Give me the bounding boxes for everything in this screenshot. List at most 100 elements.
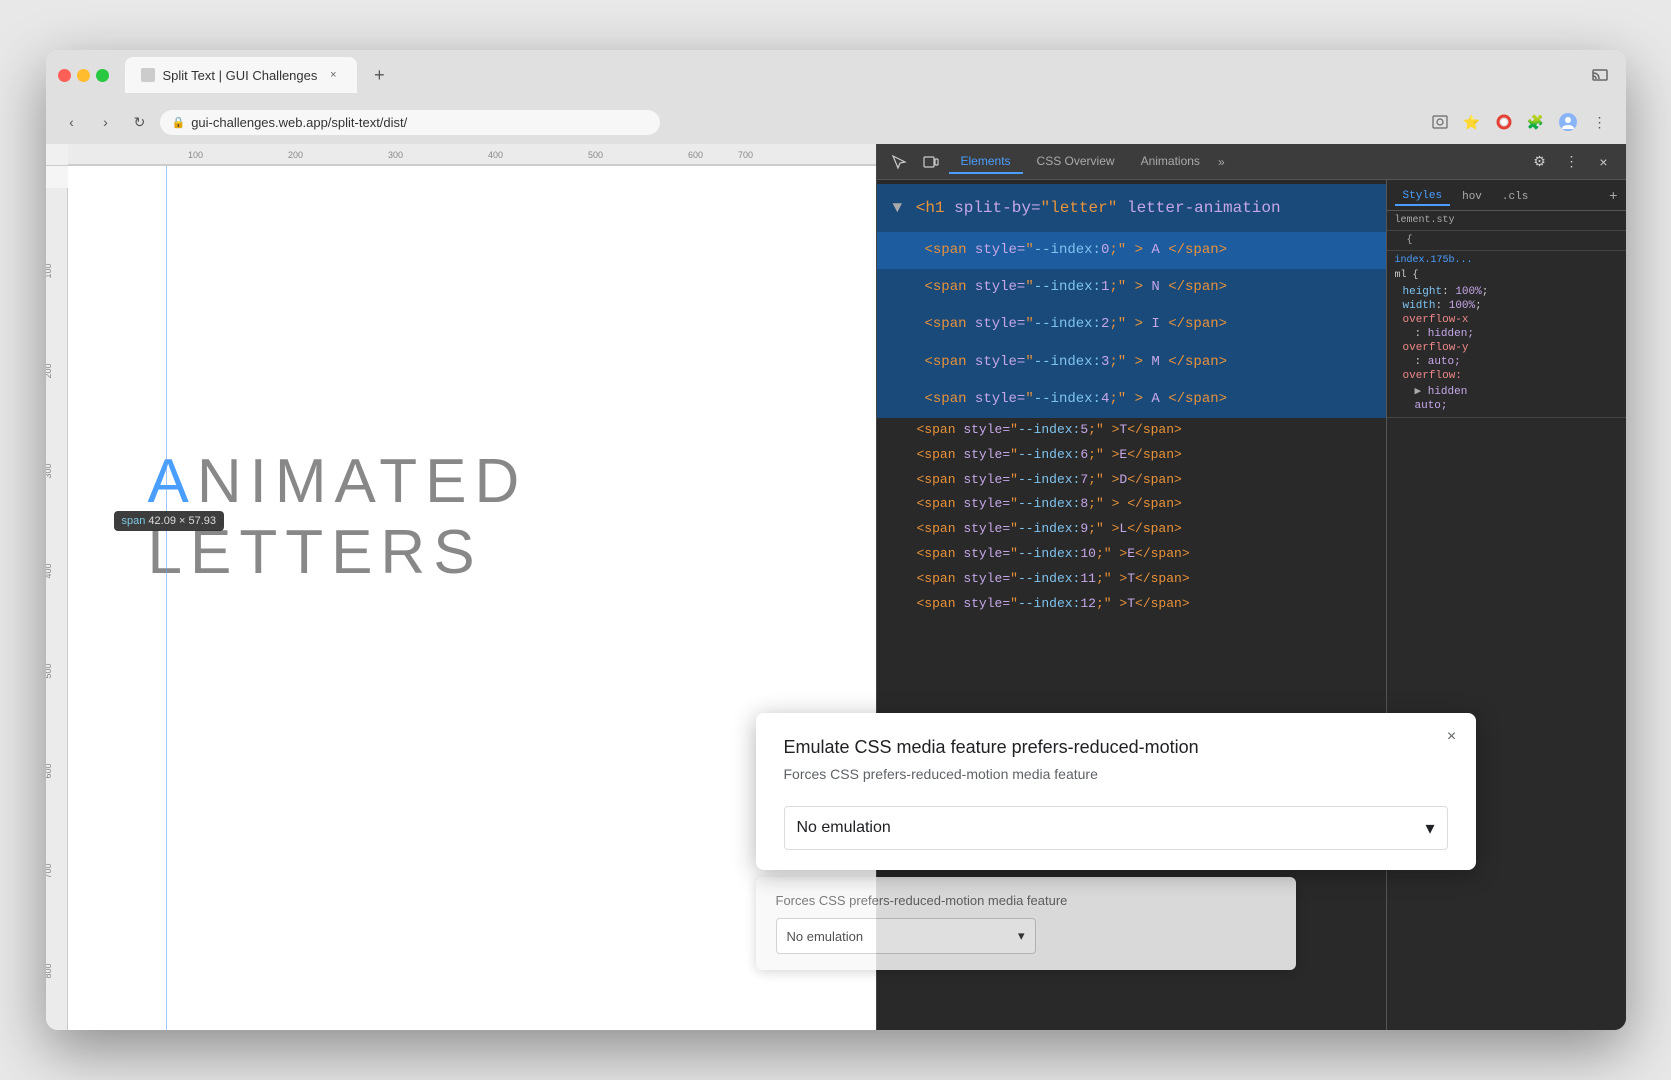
- ruler-mark-200: 200: [288, 150, 303, 160]
- span-index-9-row[interactable]: <span style="--index:9;" >L</span>: [877, 517, 1386, 542]
- ruler-left-100: 100: [46, 263, 53, 278]
- styles-rules: height: 100%; width: 100%; overflow-x: [1395, 285, 1618, 413]
- tab-animations[interactable]: Animations: [1129, 150, 1212, 174]
- letter-a-highlighted: A: [148, 446, 197, 517]
- style-rule-overflow-x: overflow-x: [1403, 313, 1618, 327]
- devtools-more-button[interactable]: ⋮: [1558, 148, 1586, 176]
- styles-tab-hover[interactable]: hov: [1454, 189, 1490, 205]
- ruler-left-200: 200: [46, 363, 53, 378]
- span-index-12-row[interactable]: <span style="--index:12;" >T</span>: [877, 592, 1386, 617]
- address-bar: ‹ › ↻ 🔒 gui-challenges.web.app/split-tex…: [46, 100, 1626, 144]
- style-rule-overflow-val1: ▶ hidden: [1403, 383, 1618, 399]
- traffic-lights: [58, 69, 109, 82]
- devtools-more-tabs[interactable]: »: [1214, 155, 1229, 169]
- traffic-light-yellow[interactable]: [77, 69, 90, 82]
- new-tab-button[interactable]: +: [365, 61, 393, 89]
- span-index-11-row[interactable]: <span style="--index:11;" >T</span>: [877, 567, 1386, 592]
- span-0-open: <span: [925, 242, 975, 258]
- menu-icon[interactable]: ⋮: [1586, 108, 1614, 136]
- span-index-0-row[interactable]: <span style="--index:0;" > A </span>: [877, 232, 1386, 269]
- emulate-select-arrow: ▾: [1425, 818, 1434, 839]
- traffic-light-green[interactable]: [96, 69, 109, 82]
- span-index-2-row[interactable]: <span style="--index:2;" > I </span>: [877, 306, 1386, 343]
- h1-tag-open: <h1: [916, 199, 954, 217]
- emulate-select-value: No emulation: [797, 819, 891, 837]
- span-3-content: M: [1151, 354, 1159, 370]
- h1-attr1-name: split-by=: [954, 199, 1040, 217]
- ruler-mark-400: 400: [488, 150, 503, 160]
- styles-filter-row: lement.sty: [1387, 211, 1626, 231]
- span-1-open: <span: [925, 279, 975, 295]
- span-index-1-row[interactable]: <span style="--index:1;" > N </span>: [877, 269, 1386, 306]
- tab-title: Split Text | GUI Challenges: [163, 68, 318, 83]
- inspect-element-button[interactable]: [885, 148, 913, 176]
- content-area: 100 200 300 400 500 600 700 100 200 300 …: [46, 144, 1626, 1030]
- lock-icon: 🔒: [172, 116, 186, 129]
- style-rule-overflow-val2: auto;: [1403, 399, 1618, 413]
- ruler-mark-700: 700: [738, 150, 753, 160]
- devtools-panel: Elements CSS Overview Animations » ⚙ ⋮ ×: [876, 144, 1626, 1030]
- ruler-mark-300: 300: [388, 150, 403, 160]
- popup-bg-select[interactable]: No emulation ▾: [776, 918, 1036, 954]
- chrome-icon[interactable]: [1490, 108, 1518, 136]
- span-index-4-row[interactable]: <span style="--index:4;" > A </span>: [877, 381, 1386, 418]
- devtools-close-button[interactable]: ×: [1590, 148, 1618, 176]
- tab-close-button[interactable]: ×: [325, 67, 341, 83]
- browser-icons: ⭐ 🧩 ⋮: [1426, 108, 1614, 136]
- ruler-left-400: 400: [46, 563, 53, 578]
- extension-icon[interactable]: 🧩: [1522, 108, 1550, 136]
- cast-icon[interactable]: [1586, 61, 1614, 89]
- span-0-gt: >: [1135, 242, 1143, 258]
- styles-panel: Styles hov .cls + lement.sty { index.175…: [1386, 180, 1626, 1030]
- emulate-popup-select-row: No emulation ▾: [784, 806, 1448, 850]
- h1-attr2-name: letter-animation: [1127, 199, 1281, 217]
- span-index-6-row[interactable]: <span style="--index:6;" >E</span>: [877, 443, 1386, 468]
- span-0-css-prop: --index:: [1034, 242, 1101, 258]
- screenshot-icon[interactable]: [1426, 108, 1454, 136]
- styles-tab-styles[interactable]: Styles: [1395, 188, 1451, 206]
- devtools-settings-button[interactable]: ⚙: [1526, 148, 1554, 176]
- back-button[interactable]: ‹: [58, 108, 86, 136]
- title-bar: Split Text | GUI Challenges × +: [46, 50, 1626, 100]
- devtools-tabs: Elements CSS Overview Animations »: [949, 150, 1522, 174]
- styles-selector-row: {: [1387, 231, 1626, 251]
- ruler-left-500: 500: [46, 663, 53, 678]
- tab-css-overview[interactable]: CSS Overview: [1025, 150, 1127, 174]
- span-index-8-row[interactable]: <span style="--index:8;" > </span>: [877, 492, 1386, 517]
- tab-elements[interactable]: Elements: [949, 150, 1023, 174]
- span-index-3-row[interactable]: <span style="--index:3;" > M </span>: [877, 344, 1386, 381]
- span-1-content: N: [1151, 279, 1159, 295]
- browser-window: Split Text | GUI Challenges × + ‹ › ↻ 🔒 …: [46, 50, 1626, 1030]
- bookmark-icon[interactable]: ⭐: [1458, 108, 1486, 136]
- devtools-actions: ⚙ ⋮ ×: [1526, 148, 1618, 176]
- browser-tab[interactable]: Split Text | GUI Challenges ×: [125, 57, 358, 93]
- tooltip-dims-text: 42.09 × 57.93: [148, 515, 216, 527]
- url-text: gui-challenges.web.app/split-text/dist/: [191, 115, 407, 130]
- h1-element-row[interactable]: ▼ <h1 split-by="letter" letter-animation: [877, 184, 1386, 232]
- span-index-7-row[interactable]: <span style="--index:7;" >D</span>: [877, 468, 1386, 493]
- styles-source-link[interactable]: index.175b...: [1395, 255, 1618, 266]
- device-toolbar-button[interactable]: [917, 148, 945, 176]
- element-tooltip: span 42.09 × 57.93: [114, 511, 225, 531]
- ruler-left-300: 300: [46, 463, 53, 478]
- triangle-icon: ▼: [893, 199, 903, 217]
- popup-bg-title: Forces CSS prefers-reduced-motion media …: [776, 893, 1276, 908]
- forward-button[interactable]: ›: [92, 108, 120, 136]
- style-rule-overflow: overflow:: [1403, 369, 1618, 383]
- styles-tab-cls[interactable]: .cls: [1494, 189, 1536, 205]
- refresh-button[interactable]: ↻: [126, 108, 154, 136]
- traffic-light-red[interactable]: [58, 69, 71, 82]
- add-style-rule-button[interactable]: +: [1609, 189, 1617, 205]
- url-field[interactable]: 🔒 gui-challenges.web.app/split-text/dist…: [160, 110, 660, 135]
- emulate-popup-close-button[interactable]: ×: [1440, 725, 1464, 749]
- h1-attr1-val: "letter": [1041, 199, 1118, 217]
- ruler-mark-500: 500: [588, 150, 603, 160]
- emulate-popup-select[interactable]: No emulation ▾: [784, 806, 1448, 850]
- tab-favicon-icon: [141, 68, 155, 82]
- ruler-left-700: 700: [46, 863, 53, 878]
- span-0-close: </span>: [1168, 242, 1227, 258]
- span-4-content: A: [1151, 391, 1159, 407]
- span-index-5-row[interactable]: <span style="--index:5;" >T</span>: [877, 418, 1386, 443]
- span-index-10-row[interactable]: <span style="--index:10;" >E</span>: [877, 542, 1386, 567]
- profile-avatar[interactable]: [1554, 108, 1582, 136]
